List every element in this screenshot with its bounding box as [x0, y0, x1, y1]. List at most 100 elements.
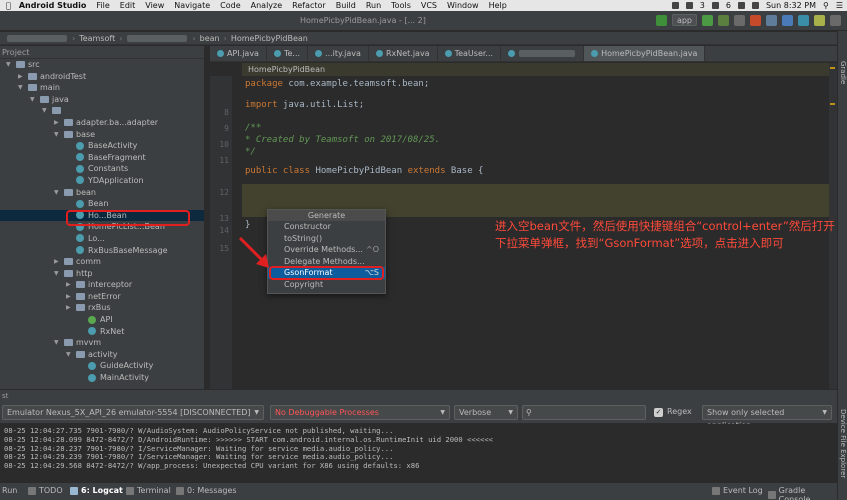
status-app-icon[interactable]: [685, 2, 693, 9]
tree-folder[interactable]: ▼ mvvm: [0, 337, 204, 349]
editor-tab[interactable]: TeaUser...: [438, 46, 502, 61]
device-file-explorer-button[interactable]: Device File Explorer: [839, 409, 847, 478]
event-log-tool-button[interactable]: Event Log: [712, 486, 763, 495]
tree-folder[interactable]: ▶ netError: [0, 291, 204, 303]
logcat-tool-button[interactable]: 6: Logcat: [70, 486, 123, 495]
logcat-filter-selector[interactable]: Show only selected application▼: [702, 405, 832, 430]
menu-list-icon[interactable]: ☰: [836, 1, 843, 10]
tree-folder[interactable]: ▼ bean: [0, 187, 204, 199]
device-selector[interactable]: Emulator Nexus_5X_API_26 emulator-5554 […: [2, 405, 264, 420]
generate-constructor[interactable]: Constructor: [268, 221, 385, 233]
sdk-manager-icon[interactable]: [798, 14, 809, 26]
editor-tab[interactable]: HomePicbyPidBean.java: [584, 46, 706, 61]
menu-file[interactable]: File: [96, 1, 109, 10]
tree-folder[interactable]: ▼ http: [0, 268, 204, 280]
terminal-tool-button[interactable]: Terminal: [126, 486, 171, 495]
generate-tostring[interactable]: toString(): [268, 233, 385, 245]
menubar-clock[interactable]: Sun 8:32 PM: [766, 1, 816, 10]
tree-file[interactable]: GuideActivity: [0, 360, 204, 372]
tree-file[interactable]: BaseActivity: [0, 140, 204, 152]
debug-icon[interactable]: [718, 14, 729, 26]
menu-edit[interactable]: Edit: [120, 1, 136, 10]
tree-file[interactable]: MainActivity: [0, 372, 204, 384]
todo-tool-button[interactable]: TODO: [28, 486, 63, 495]
menu-app-name[interactable]: Android Studio: [19, 1, 87, 10]
logcat-search-input[interactable]: ⚲: [522, 405, 646, 420]
menu-run[interactable]: Run: [366, 1, 381, 10]
tree-file[interactable]: Lo...: [0, 233, 204, 245]
menu-help[interactable]: Help: [489, 1, 507, 10]
breadcrumb-item[interactable]: HomePicbyPidBean: [231, 34, 308, 43]
gradle-console-tool-button[interactable]: Gradle Console: [768, 486, 837, 500]
avd-manager-icon[interactable]: [782, 14, 793, 26]
editor-tab[interactable]: API.java: [210, 46, 267, 61]
chevron-right-icon[interactable]: ▶: [18, 71, 26, 83]
chevron-down-icon[interactable]: ▼: [54, 187, 62, 199]
tree-folder[interactable]: ▶ rxBus: [0, 302, 204, 314]
tree-folder[interactable]: ▶ adapter.ba...adapter: [0, 117, 204, 129]
logcat-output[interactable]: 08-25 12:04:27.735 7901-7980/? W/AudioSy…: [0, 424, 837, 482]
tree-file[interactable]: YDApplication: [0, 175, 204, 187]
process-selector[interactable]: No Debuggable Processes ▼: [270, 405, 450, 420]
chevron-down-icon[interactable]: ▼: [6, 59, 14, 71]
tree-folder[interactable]: ▼ src: [0, 59, 204, 71]
generate-override-methods[interactable]: Override Methods... ^O: [268, 244, 385, 256]
android-device-monitor-icon[interactable]: [814, 14, 825, 26]
tree-folder[interactable]: ▶ comm: [0, 256, 204, 268]
chevron-right-icon[interactable]: ▶: [66, 302, 74, 314]
menu-navigate[interactable]: Navigate: [174, 1, 210, 10]
menu-vcs[interactable]: VCS: [421, 1, 437, 10]
tree-folder[interactable]: ▶ interceptor: [0, 279, 204, 291]
editor-tab[interactable]: RxNet.java: [369, 46, 438, 61]
tree-folder[interactable]: ▶ androidTest: [0, 71, 204, 83]
search-icon[interactable]: ⚲: [823, 1, 829, 10]
chevron-down-icon[interactable]: ▼: [18, 82, 26, 94]
run-icon[interactable]: [702, 14, 713, 26]
tree-file[interactable]: Bean: [0, 198, 204, 210]
editor-breadcrumb[interactable]: HomePicbyPidBean: [248, 65, 325, 74]
status-app-icon[interactable]: [711, 2, 719, 9]
menu-code[interactable]: Code: [220, 1, 240, 10]
tree-file[interactable]: Constants: [0, 163, 204, 175]
chevron-down-icon[interactable]: ▼: [42, 105, 50, 117]
gradle-tool-button[interactable]: Gradle: [839, 61, 847, 84]
chevron-right-icon[interactable]: ▶: [54, 256, 62, 268]
battery-icon[interactable]: [751, 2, 759, 9]
menu-analyze[interactable]: Analyze: [251, 1, 283, 10]
attach-debugger-icon[interactable]: [734, 14, 745, 26]
editor-tab[interactable]: Te...: [267, 46, 309, 61]
menu-view[interactable]: View: [145, 1, 164, 10]
warning-marker[interactable]: [830, 103, 835, 105]
breadcrumb-item[interactable]: bean: [200, 34, 220, 43]
chevron-right-icon[interactable]: ▶: [66, 291, 74, 303]
tree-file[interactable]: RxBusBaseMessage: [0, 245, 204, 257]
make-project-icon[interactable]: [655, 14, 667, 26]
wifi-icon[interactable]: [737, 2, 745, 9]
line-number-gutter[interactable]: 8 9 10 11 12 13 14 15: [210, 76, 232, 389]
breadcrumb-item[interactable]: Teamsoft: [79, 34, 115, 43]
menu-tools[interactable]: Tools: [391, 1, 411, 10]
messages-tool-button[interactable]: 0: Messages: [176, 486, 237, 495]
stop-icon[interactable]: [750, 14, 761, 26]
chevron-down-icon[interactable]: ▼: [54, 129, 62, 141]
chevron-down-icon[interactable]: ▼: [66, 349, 74, 361]
editor-tab[interactable]: [501, 46, 585, 61]
menu-refactor[interactable]: Refactor: [292, 1, 326, 10]
tree-file[interactable]: BaseFragment: [0, 152, 204, 164]
chevron-down-icon[interactable]: ▼: [54, 268, 62, 280]
project-panel-header[interactable]: Project: [0, 46, 204, 59]
tree-folder[interactable]: ▼ java: [0, 94, 204, 106]
regex-checkbox[interactable]: ✓: [654, 408, 663, 417]
warning-marker[interactable]: [830, 67, 835, 69]
search-everywhere-icon[interactable]: [830, 14, 841, 26]
tree-file[interactable]: RxNet: [0, 326, 204, 338]
sync-gradle-icon[interactable]: [766, 14, 777, 26]
run-tool-button[interactable]: Run: [2, 486, 17, 495]
tree-folder[interactable]: ▼ base: [0, 129, 204, 141]
chevron-right-icon[interactable]: ▶: [54, 117, 62, 129]
log-level-selector[interactable]: Verbose ▼: [454, 405, 518, 420]
status-app-icon[interactable]: [671, 2, 679, 9]
tree-folder[interactable]: ▼: [0, 105, 204, 117]
editor-tab[interactable]: ...ity.java: [308, 46, 369, 61]
tree-file[interactable]: API: [0, 314, 204, 326]
